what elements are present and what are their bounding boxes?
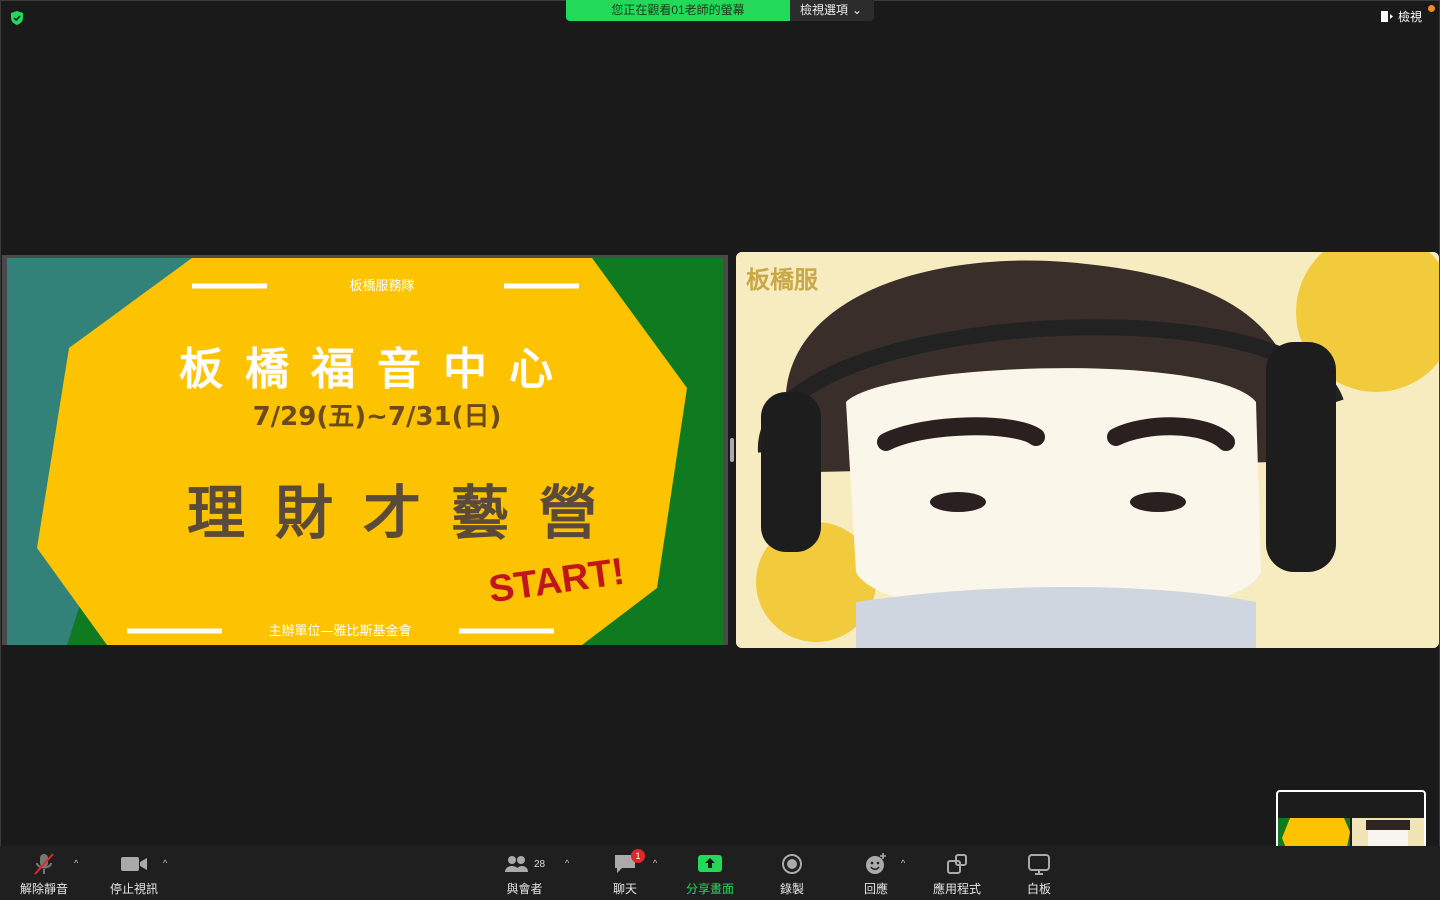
apps-icon	[947, 854, 967, 874]
view-button[interactable]: 檢視	[1380, 8, 1422, 25]
unmute-label: 解除靜音	[20, 882, 69, 896]
apps-button[interactable]: 應用程式	[933, 852, 981, 897]
slide-camp-title: 理財才藝營	[187, 479, 627, 547]
view-options-label: 檢視選項	[800, 3, 849, 17]
slide-header: 板橋服務隊	[349, 278, 414, 294]
participants-icon	[505, 856, 528, 872]
notification-dot	[1428, 5, 1435, 12]
participants-button[interactable]: 28 與會者	[504, 852, 545, 897]
whiteboard-icon	[1028, 854, 1050, 875]
smiley-plus-icon	[866, 853, 886, 874]
apps-label: 應用程式	[933, 882, 982, 896]
sharing-message: 您正在觀看01老師的螢幕	[566, 0, 790, 21]
microphone-muted-icon	[34, 853, 54, 875]
reactions-label: 回應	[864, 882, 889, 896]
chat-label: 聊天	[613, 882, 638, 896]
reactions-caret-icon[interactable]: ^	[901, 858, 911, 868]
video-background-text: 板橋服	[746, 266, 819, 294]
share-screen-button[interactable]: 分享畫面	[686, 852, 734, 897]
view-options-button[interactable]: 檢視選項 ⌄	[790, 0, 874, 21]
shared-screen: 板橋服務隊 板橋福音中心 7/29(五)~7/31(日) 理財才藝營 START…	[2, 255, 728, 645]
chevron-down-icon: ⌄	[852, 3, 863, 17]
video-camera-icon	[121, 857, 147, 871]
audio-options-caret-icon[interactable]: ^	[74, 858, 84, 868]
participants-caret-icon[interactable]: ^	[565, 858, 575, 868]
stop-video-button[interactable]: 停止視訊	[110, 852, 158, 897]
participants-count: 28	[534, 858, 546, 870]
whiteboard-label: 白板	[1027, 882, 1052, 896]
unmute-button[interactable]: 解除靜音	[20, 852, 68, 897]
slide-title: 板橋福音中心	[179, 344, 575, 395]
view-layout-icon	[1380, 11, 1393, 22]
video-options-caret-icon[interactable]: ^	[163, 858, 173, 868]
view-label: 檢視	[1397, 10, 1422, 24]
split-divider-handle[interactable]	[730, 438, 734, 462]
chat-caret-icon[interactable]: ^	[653, 858, 663, 868]
screen-share-banner: 您正在觀看01老師的螢幕 檢視選項 ⌄	[566, 0, 874, 21]
slide-date: 7/29(五)~7/31(日)	[253, 402, 502, 432]
participants-label: 與會者	[506, 882, 543, 896]
record-button[interactable]: 錄製	[780, 852, 804, 897]
security-shield-icon[interactable]	[9, 10, 25, 26]
chat-badge: 1	[631, 849, 645, 863]
participant-video-frame: 板橋服	[736, 252, 1439, 648]
participant-video: 板橋服	[736, 252, 1439, 648]
share-screen-icon	[698, 855, 722, 872]
slide-content: 板橋服務隊 板橋福音中心 7/29(五)~7/31(日) 理財才藝營 START…	[7, 258, 723, 645]
stop-video-label: 停止視訊	[110, 882, 159, 896]
slide-organizer: 主辦單位—雅比斯基金會	[268, 623, 411, 639]
meeting-toolbar: 解除靜音 ^ 停止視訊 ^ 28 與會者 ^ 1 聊天 ^ 分享畫面 錄製 回應…	[0, 846, 1440, 900]
reactions-button[interactable]: 回應	[864, 852, 888, 897]
chat-button[interactable]: 1 聊天	[613, 849, 645, 897]
record-icon	[782, 854, 802, 874]
whiteboard-button[interactable]: 白板	[1027, 852, 1051, 897]
record-label: 錄製	[780, 882, 805, 896]
share-screen-label: 分享畫面	[686, 882, 735, 896]
